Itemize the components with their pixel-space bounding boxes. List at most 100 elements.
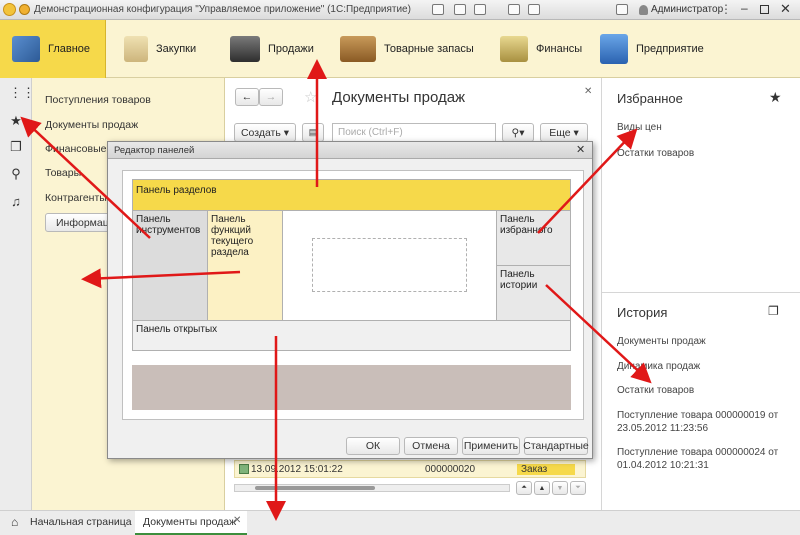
bell-icon[interactable] bbox=[616, 4, 628, 15]
apply-button[interactable]: Применить bbox=[462, 437, 520, 455]
box-icon bbox=[340, 36, 376, 62]
link-icon[interactable] bbox=[474, 4, 486, 15]
history-item[interactable]: Документы продаж bbox=[617, 335, 706, 348]
forward-button[interactable]: → bbox=[259, 88, 283, 106]
dialog-title: Редактор панелей bbox=[114, 145, 195, 156]
scroll-bottom-button[interactable]: ⏷ bbox=[570, 481, 586, 495]
section-label: Товарные запасы bbox=[384, 43, 474, 55]
function-item[interactable]: Финансовые д bbox=[45, 143, 116, 155]
section-enterprise[interactable]: Предприятие bbox=[600, 20, 720, 78]
zone-workspace-inner bbox=[312, 238, 467, 292]
table-row[interactable]: 13.09.2012 15:01:22 000000020 Заказ bbox=[234, 460, 586, 478]
scroll-down-button[interactable]: ▼ bbox=[552, 481, 568, 495]
user-icon bbox=[639, 5, 648, 15]
home-icon[interactable]: ⌂ bbox=[11, 515, 18, 529]
panel-divider bbox=[602, 292, 800, 293]
horizontal-scrollbar[interactable] bbox=[234, 484, 510, 492]
star-icon[interactable]: ★ bbox=[9, 114, 23, 128]
window-menu-icon[interactable]: ⋮ bbox=[720, 2, 732, 16]
right-panel: Избранное ★ Виды цен Остатки товаров Ист… bbox=[601, 78, 800, 510]
create-button[interactable]: Создать ▾ bbox=[234, 123, 296, 142]
cancel-button[interactable]: Отмена bbox=[404, 437, 458, 455]
cash-register-icon bbox=[230, 36, 260, 62]
tools-panel: ⋮⋮ ★ ❐ ⚲ ♫ bbox=[0, 78, 35, 510]
zone-open-panel[interactable]: Панель открытых bbox=[132, 320, 571, 351]
history-icon[interactable]: ❐ bbox=[768, 304, 779, 318]
history-item[interactable]: Поступление товара 000000024 от 01.04.20… bbox=[617, 446, 792, 472]
dialog-titlebar: Редактор панелей ✕ bbox=[108, 142, 592, 159]
scroll-up-button[interactable]: ▲ bbox=[534, 481, 550, 495]
history-item[interactable]: Остатки товаров bbox=[617, 384, 694, 397]
panel-editor-dialog: Редактор панелей ✕ Панель разделов Панел… bbox=[107, 141, 593, 459]
favorite-item[interactable]: Остатки товаров bbox=[617, 147, 694, 160]
form-close-icon[interactable]: ✕ bbox=[584, 86, 592, 97]
favorite-star-icon[interactable]: ☆ bbox=[304, 88, 317, 106]
more-label: Еще bbox=[549, 126, 571, 139]
zone-tools-panel[interactable]: Панель инструментов bbox=[132, 210, 208, 321]
save-icon[interactable] bbox=[454, 4, 466, 15]
section-finance[interactable]: Финансы bbox=[494, 20, 586, 78]
close-button[interactable]: ✕ bbox=[780, 1, 791, 17]
section-label: Финансы bbox=[536, 43, 583, 55]
tab-close-icon[interactable]: ✕ bbox=[233, 515, 241, 526]
function-item[interactable]: Контрагенты bbox=[45, 192, 107, 204]
open-windows-panel: ⌂ Начальная страница Документы продаж ✕ bbox=[0, 510, 800, 535]
lock-icon[interactable]: ▤ bbox=[302, 123, 324, 142]
history-icon[interactable]: ❐ bbox=[9, 140, 23, 154]
back-button[interactable]: ← bbox=[235, 88, 259, 106]
form-title: Документы продаж bbox=[332, 89, 466, 106]
doc-icon bbox=[239, 464, 249, 474]
dialog-close-icon[interactable]: ✕ bbox=[576, 143, 585, 156]
app-logo-icon[interactable] bbox=[3, 3, 16, 16]
section-inventory[interactable]: Товарные запасы bbox=[334, 20, 474, 78]
create-label: Создать bbox=[240, 126, 281, 139]
function-item[interactable]: Поступления товаров bbox=[45, 94, 151, 106]
building-icon bbox=[600, 34, 628, 64]
scroll-top-button[interactable]: ⏶ bbox=[516, 481, 532, 495]
row-date: 13.09.2012 15:01:22 bbox=[251, 464, 343, 475]
ok-button[interactable]: ОК bbox=[346, 437, 400, 455]
function-item[interactable]: Документы продаж bbox=[45, 119, 138, 131]
favorites-title: Избранное bbox=[617, 91, 683, 106]
minimize-button[interactable]: – bbox=[741, 1, 748, 15]
zone-favorites-panel[interactable]: Панель избранного bbox=[496, 210, 571, 266]
zone-sections-panel[interactable]: Панель разделов bbox=[132, 179, 571, 211]
zone-functions-panel[interactable]: Панель функций текущего раздела bbox=[207, 210, 283, 321]
bell-icon[interactable]: ♫ bbox=[9, 195, 23, 209]
grid-menu-icon[interactable]: ⋮⋮ bbox=[9, 86, 35, 100]
history-item[interactable]: Поступление товара 000000019 от 23.05.20… bbox=[617, 409, 792, 435]
defaults-button[interactable]: Стандартные bbox=[523, 437, 589, 455]
sections-panel: Главное Закупки Продажи Товарные запасы … bbox=[0, 20, 800, 78]
calendar-icon[interactable] bbox=[508, 4, 520, 15]
desk-lamp-icon bbox=[12, 36, 40, 62]
coins-icon bbox=[500, 36, 528, 62]
row-number: 000000020 bbox=[425, 464, 476, 475]
shopping-bag-icon bbox=[124, 36, 148, 62]
search-icon[interactable]: ⚲ bbox=[9, 167, 23, 181]
section-purchases[interactable]: Закупки bbox=[112, 20, 212, 78]
zone-history-panel[interactable]: Панель истории bbox=[496, 265, 571, 321]
section-label: Главное bbox=[48, 43, 91, 55]
zone-unused-area bbox=[132, 365, 571, 410]
more-button[interactable]: Еще ▾ bbox=[540, 123, 588, 142]
section-sales[interactable]: Продажи bbox=[220, 20, 330, 78]
favorite-item[interactable]: Виды цен bbox=[617, 121, 662, 134]
tab-sales-documents[interactable]: Документы продаж ✕ bbox=[135, 511, 247, 535]
search-input[interactable]: Поиск (Ctrl+F) bbox=[332, 123, 496, 142]
window-titlebar: Демонстрационная конфигурация "Управляем… bbox=[0, 0, 800, 20]
window-title: Демонстрационная конфигурация "Управляем… bbox=[34, 4, 411, 15]
history-item[interactable]: Динамика продаж bbox=[617, 360, 700, 373]
tab-home-page[interactable]: Начальная страница bbox=[30, 516, 132, 528]
tab-label: Документы продаж bbox=[143, 516, 237, 528]
user-name[interactable]: Администратор bbox=[651, 4, 723, 15]
history-title: История bbox=[617, 305, 668, 320]
favorites-star-icon[interactable]: ★ bbox=[769, 89, 782, 106]
calculator-icon[interactable] bbox=[528, 4, 540, 15]
print-icon[interactable] bbox=[432, 4, 444, 15]
section-main[interactable]: Главное bbox=[0, 20, 106, 78]
search-button[interactable]: ⚲▾ bbox=[502, 123, 534, 142]
maximize-button[interactable] bbox=[760, 5, 769, 14]
function-item[interactable]: Товары bbox=[45, 167, 81, 179]
row-type: Заказ bbox=[517, 464, 576, 475]
menu-chevron-icon[interactable] bbox=[19, 4, 30, 15]
